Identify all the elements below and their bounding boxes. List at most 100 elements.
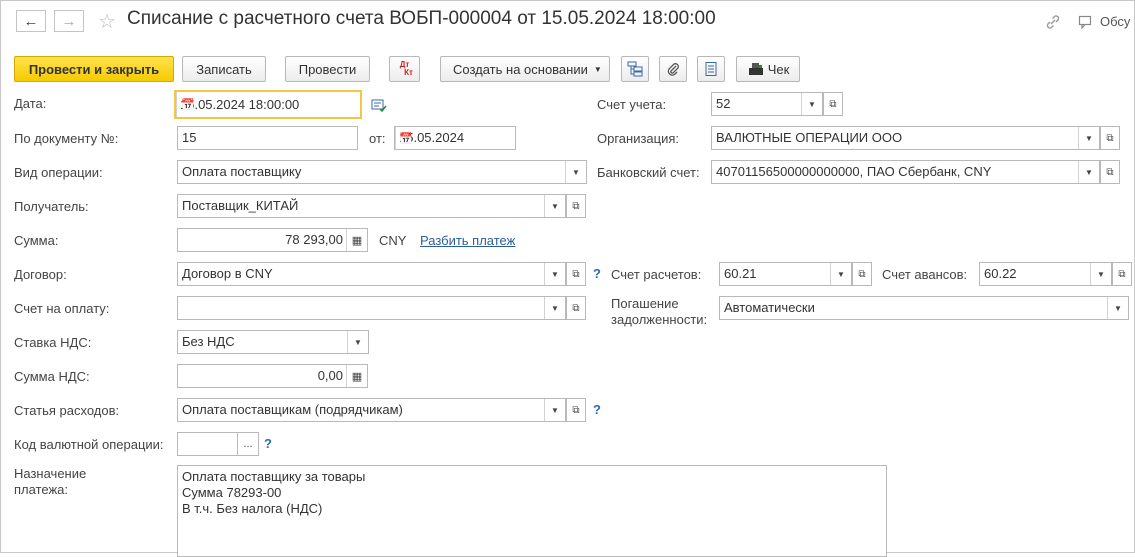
purpose-label-line2: платежа: — [14, 482, 68, 497]
currency-op-code-help-icon[interactable]: ? — [264, 436, 272, 451]
currency-op-code-select-button[interactable]: ... — [237, 432, 259, 456]
post-and-close-button[interactable]: Провести и закрыть — [14, 56, 174, 82]
open-bank-account-button[interactable]: ⧉ — [1100, 160, 1120, 184]
organization-select[interactable]: ВАЛЮТНЫЕ ОПЕРАЦИИ ООО ▼ — [711, 126, 1100, 150]
chevron-down-icon[interactable]: ▼ — [544, 297, 565, 319]
account-label: Счет учета: — [597, 97, 667, 112]
doc-number-field[interactable]: 15 — [177, 126, 358, 150]
amount-field[interactable]: 78 293,00 ▦ — [177, 228, 368, 252]
structure-button[interactable] — [621, 56, 649, 82]
discuss-label[interactable]: Обсу — [1100, 14, 1130, 29]
open-account-button[interactable]: ⧉ — [823, 92, 843, 116]
operation-type-select[interactable]: Оплата поставщику ▼ — [177, 160, 587, 184]
open-icon: ⧉ — [572, 302, 580, 314]
recipient-select[interactable]: Поставщик_КИТАЙ ▼ — [177, 194, 566, 218]
vat-rate-select[interactable]: Без НДС ▼ — [177, 330, 369, 354]
edit-note-icon[interactable] — [371, 98, 387, 112]
discuss-button[interactable] — [1078, 13, 1094, 30]
open-icon: ⧉ — [572, 404, 580, 416]
vat-amount-field[interactable]: 0,00 ▦ — [177, 364, 368, 388]
contract-label: Договор: — [14, 267, 67, 282]
settlement-account-label: Счет расчетов: — [611, 267, 702, 282]
forward-button[interactable]: → — [54, 10, 84, 32]
chevron-down-icon[interactable]: ▼ — [1078, 161, 1099, 183]
open-recipient-button[interactable]: ⧉ — [566, 194, 586, 218]
hierarchy-icon — [627, 61, 643, 77]
kt-label: Кт — [404, 68, 413, 77]
invoice-label: Счет на оплату: — [14, 301, 110, 316]
link-icon[interactable] — [1044, 13, 1062, 31]
post-button[interactable]: Провести — [285, 56, 370, 82]
chat-icon — [1078, 15, 1092, 30]
open-icon: ⧉ — [572, 268, 580, 280]
chevron-down-icon[interactable]: ▼ — [565, 161, 586, 183]
purpose-textarea[interactable]: Оплата поставщику за товары Сумма 78293-… — [177, 465, 887, 557]
date-field[interactable]: 15.05.2024 18:00:00 📅 — [174, 90, 362, 119]
open-contract-button[interactable]: ⧉ — [566, 262, 586, 286]
expense-item-value: Оплата поставщикам (подрядчикам) — [182, 402, 403, 417]
split-payment-link[interactable]: Разбить платеж — [420, 233, 515, 248]
open-advance-account-button[interactable]: ⧉ — [1112, 262, 1132, 286]
open-expense-item-button[interactable]: ⧉ — [566, 398, 586, 422]
advance-account-label: Счет авансов: — [882, 267, 968, 282]
expense-item-select[interactable]: Оплата поставщикам (подрядчикам) ▼ — [177, 398, 566, 422]
open-icon: ⧉ — [829, 98, 837, 110]
calendar-icon[interactable]: 📅 — [176, 92, 199, 117]
calculator-icon[interactable]: ▦ — [346, 365, 367, 387]
chevron-down-icon[interactable]: ▼ — [544, 263, 565, 285]
open-settlement-account-button[interactable]: ⧉ — [852, 262, 872, 286]
chevron-down-icon[interactable]: ▼ — [801, 93, 822, 115]
account-value: 52 — [716, 96, 731, 111]
calendar-icon[interactable]: 📅 — [395, 127, 416, 149]
back-button[interactable]: ← — [16, 10, 46, 32]
debt-repayment-value: Автоматически — [724, 300, 815, 315]
dt-kt-button[interactable]: Дт Кт — [389, 56, 420, 82]
expense-item-label: Статья расходов: — [14, 403, 120, 418]
account-select[interactable]: 52 ▼ — [711, 92, 823, 116]
purpose-label-line1: Назначение — [14, 466, 87, 481]
vat-rate-value: Без НДС — [182, 334, 235, 349]
advance-account-select[interactable]: 60.22 ▼ — [979, 262, 1112, 286]
favorite-star-icon[interactable]: ☆ — [98, 9, 116, 34]
debt-repayment-label-line2: задолженности: — [611, 312, 708, 327]
open-invoice-button[interactable]: ⧉ — [566, 296, 586, 320]
open-organization-button[interactable]: ⧉ — [1100, 126, 1120, 150]
operation-type-value: Оплата поставщику — [182, 164, 302, 179]
debt-repayment-label-line1: Погашение — [611, 296, 679, 311]
currency-op-code-field[interactable] — [177, 432, 238, 456]
chevron-down-icon[interactable]: ▼ — [1078, 127, 1099, 149]
debt-repayment-select[interactable]: Автоматически ▼ — [719, 296, 1129, 320]
chevron-down-icon[interactable]: ▼ — [1107, 297, 1128, 319]
date-label: Дата: — [14, 96, 47, 111]
vat-rate-label: Ставка НДС: — [14, 335, 92, 350]
bank-account-select[interactable]: 40701156500000000000, ПАО Сбербанк, CNY … — [711, 160, 1100, 184]
document-list-icon — [705, 62, 717, 76]
invoice-select[interactable]: ▼ — [177, 296, 566, 320]
chevron-down-icon[interactable]: ▼ — [544, 399, 565, 421]
doc-date-field[interactable]: 15.05.2024 📅 — [394, 126, 516, 150]
report-button[interactable] — [697, 56, 725, 82]
open-icon: ⧉ — [1118, 268, 1126, 280]
contract-help-icon[interactable]: ? — [593, 266, 601, 281]
settlement-account-select[interactable]: 60.21 ▼ — [719, 262, 852, 286]
operation-type-label: Вид операции: — [14, 165, 103, 180]
settlement-account-value: 60.21 — [724, 266, 757, 281]
chevron-down-icon[interactable]: ▼ — [1090, 263, 1111, 285]
calculator-icon[interactable]: ▦ — [346, 229, 367, 251]
page-title: Списание с расчетного счета ВОБП-000004 … — [127, 8, 716, 29]
attach-button[interactable] — [659, 56, 687, 82]
save-button[interactable]: Записать — [182, 56, 266, 82]
currency-op-code-label: Код валютной операции: — [14, 437, 164, 452]
expense-item-help-icon[interactable]: ? — [593, 402, 601, 417]
chevron-down-icon[interactable]: ▼ — [830, 263, 851, 285]
chevron-down-icon[interactable]: ▼ — [347, 331, 368, 353]
advance-account-value: 60.22 — [984, 266, 1017, 281]
arrow-right-icon: → — [61, 12, 77, 30]
contract-select[interactable]: Договор в CNY ▼ — [177, 262, 566, 286]
paperclip-icon — [667, 63, 679, 76]
contract-value: Договор в CNY — [182, 266, 273, 281]
date-value: 15.05.2024 18:00:00 — [180, 97, 300, 112]
create-based-on-button[interactable]: Создать на основании ▼ — [440, 56, 610, 82]
receipt-button[interactable]: Чек — [736, 56, 800, 82]
chevron-down-icon[interactable]: ▼ — [544, 195, 565, 217]
